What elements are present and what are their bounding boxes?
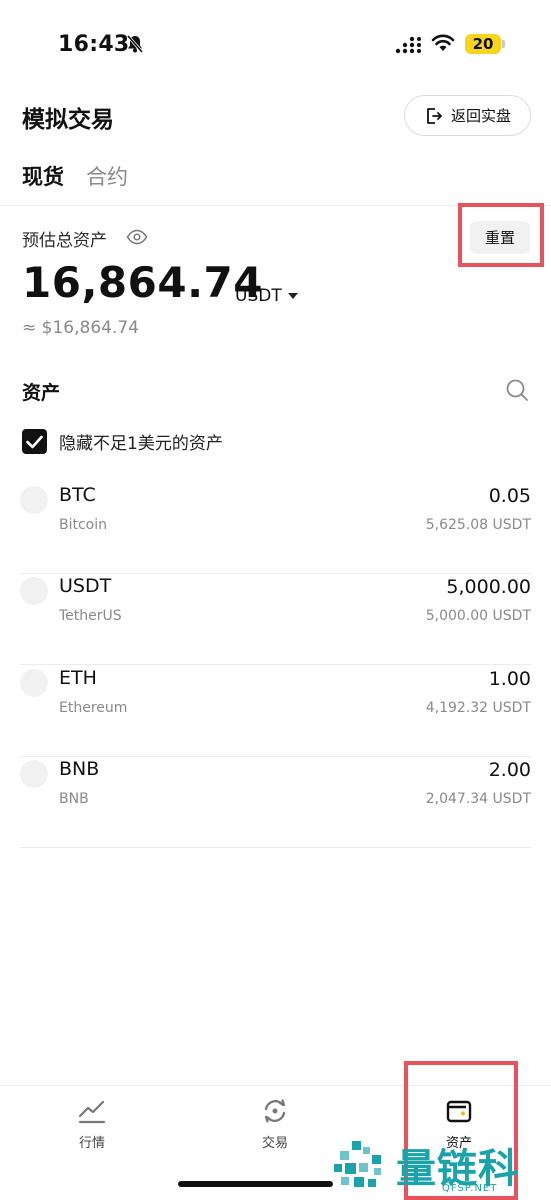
hide-small-checkbox[interactable] — [22, 429, 47, 454]
cellular-signal-icon — [395, 36, 421, 54]
asset-row-usdt[interactable]: USDT TetherUS 5,000.00 5,000.00 USDT — [20, 574, 531, 665]
asset-row-bnb[interactable]: BNB BNB 2.00 2,047.34 USDT — [20, 757, 531, 848]
bell-muted-icon — [126, 35, 144, 53]
coin-icon — [20, 760, 48, 788]
approx-usd-value: ≈ $16,864.74 — [22, 318, 139, 338]
return-live-button[interactable]: 返回实盘 — [404, 95, 531, 136]
nav-markets[interactable]: 行情 — [52, 1096, 132, 1151]
assets-section-title: 资产 — [22, 382, 61, 404]
exchange-icon — [264, 1099, 286, 1123]
tab-spot[interactable]: 现货 — [22, 161, 64, 191]
battery-level: 20 — [472, 35, 494, 53]
tab-futures[interactable]: 合约 — [86, 161, 128, 191]
chart-trend-icon — [78, 1100, 106, 1124]
battery-cap — [502, 40, 505, 48]
coin-icon — [20, 669, 48, 697]
asset-row-btc[interactable]: BTC Bitcoin 0.05 5,625.08 USDT — [20, 483, 531, 574]
home-indicator — [178, 1181, 333, 1187]
exit-icon — [427, 107, 442, 124]
return-live-label: 返回实盘 — [450, 107, 511, 125]
coin-symbol: USDT — [59, 575, 112, 597]
nav-trade-label: 交易 — [261, 1136, 288, 1151]
coin-usdt-value: 5,625.08 USDT — [425, 517, 531, 533]
coin-symbol: ETH — [59, 667, 97, 689]
coin-icon — [20, 577, 48, 605]
search-icon[interactable] — [505, 378, 529, 402]
battery-indicator: 20 — [465, 34, 501, 54]
coin-name: Ethereum — [59, 700, 128, 716]
coin-name: BNB — [59, 791, 89, 807]
total-assets-value: 16,864.74 — [22, 258, 263, 307]
coin-icon — [20, 486, 48, 514]
estimated-assets-label: 预估总资产 — [22, 231, 107, 251]
status-bar: 16:43 20 — [0, 0, 551, 90]
hide-small-assets-toggle[interactable]: 隐藏不足1美元的资产 — [22, 429, 223, 454]
coin-quantity: 5,000.00 — [446, 576, 531, 598]
status-time: 16:43 — [58, 32, 130, 57]
unit-label: USDT — [235, 286, 282, 306]
coin-symbol: BNB — [59, 758, 100, 780]
nav-markets-label: 行情 — [78, 1136, 105, 1151]
caret-down-icon — [287, 292, 298, 299]
coin-usdt-value: 2,047.34 USDT — [425, 791, 531, 807]
coin-usdt-value: 5,000.00 USDT — [425, 608, 531, 624]
unit-selector[interactable]: USDT — [235, 286, 298, 306]
coin-usdt-value: 4,192.32 USDT — [425, 700, 531, 716]
page-title: 模拟交易 — [22, 107, 114, 133]
coin-quantity: 0.05 — [488, 485, 531, 507]
watermark-logo-icon — [334, 1141, 381, 1187]
coin-name: TetherUS — [59, 608, 122, 624]
watermark-subtext: QFSP.NET — [442, 1183, 498, 1194]
wifi-icon — [431, 34, 455, 51]
highlight-box-reset — [458, 203, 544, 267]
coin-symbol: BTC — [59, 484, 96, 506]
check-icon — [26, 435, 43, 448]
eye-icon[interactable] — [126, 229, 148, 245]
coin-name: Bitcoin — [59, 517, 108, 533]
coin-quantity: 2.00 — [488, 759, 531, 781]
coin-quantity: 1.00 — [488, 668, 531, 690]
nav-trade[interactable]: 交易 — [235, 1096, 315, 1151]
hide-small-label: 隐藏不足1美元的资产 — [59, 434, 223, 454]
asset-row-eth[interactable]: ETH Ethereum 1.00 4,192.32 USDT — [20, 666, 531, 757]
